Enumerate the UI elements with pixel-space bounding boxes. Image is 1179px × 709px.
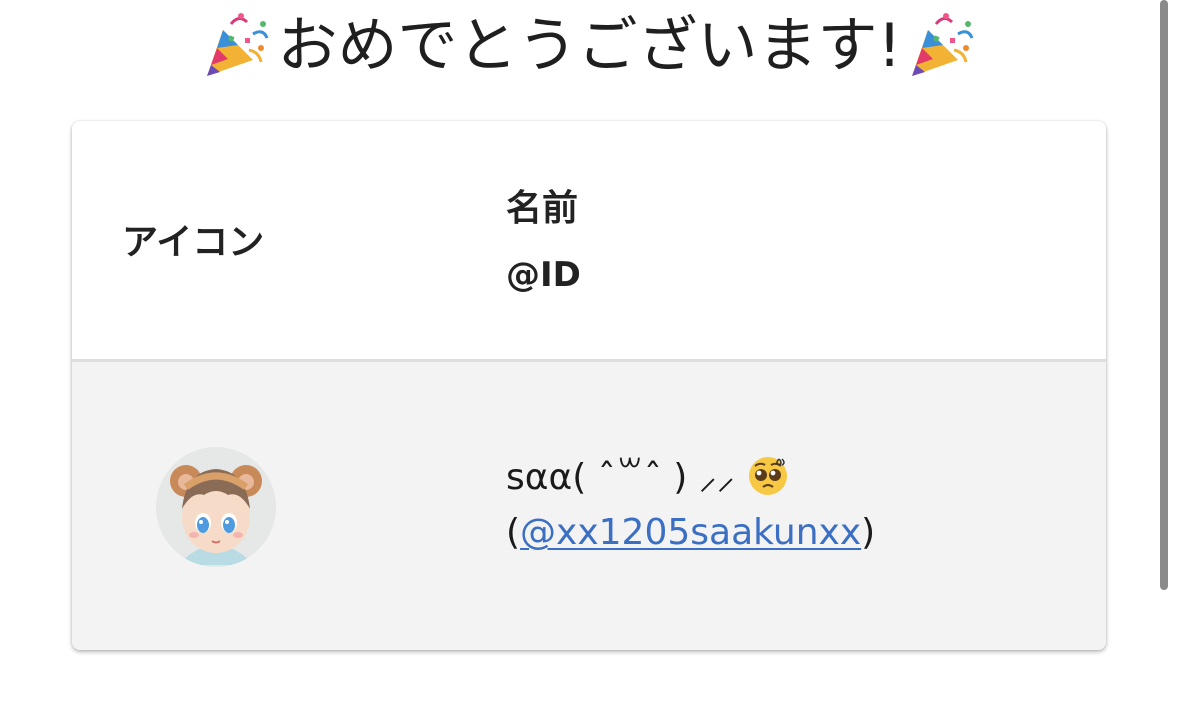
row-id: (@xx1205saakunxx) (506, 512, 875, 553)
page-title: おめでとうございます! (277, 11, 902, 81)
winners-table: アイコン 名前 @ID sαα(ˆ꒳ˆ) ⸝⸝ (@xx1205saakun… (72, 121, 1106, 650)
user-id-link[interactable]: @xx1205saakunxx (520, 512, 861, 553)
party-popper-icon (207, 13, 269, 76)
table-header: アイコン 名前 @ID (72, 121, 1106, 362)
column-header-icon: アイコン (122, 222, 265, 263)
party-popper-icon (911, 13, 973, 76)
column-header-id: @ID (506, 255, 581, 295)
row-name: sαα( ˆ꒳ˆ ) ⸝⸝ (506, 450, 790, 500)
congratulations-heading: おめでとうございます! (0, 6, 1179, 86)
pleading-face-icon (749, 457, 788, 495)
page: おめでとうございます! アイコン 名前 @ID sαα(ˆ꒳ˆ) ⸝⸝ (@… (0, 0, 1179, 709)
column-header-name: 名前 (506, 188, 579, 229)
row-name-text: sαα( ˆ꒳ˆ ) ⸝⸝ (506, 457, 735, 498)
row-id-close-paren: ) (861, 512, 876, 553)
table-row: sαα( ˆ꒳ˆ ) ⸝⸝ (@xx1205saakunxx) (72, 362, 1106, 650)
row-id-open-paren: ( (506, 512, 521, 553)
avatar[interactable] (156, 447, 276, 567)
scrollbar[interactable] (1160, 0, 1168, 590)
user-avatar-image (156, 447, 276, 567)
